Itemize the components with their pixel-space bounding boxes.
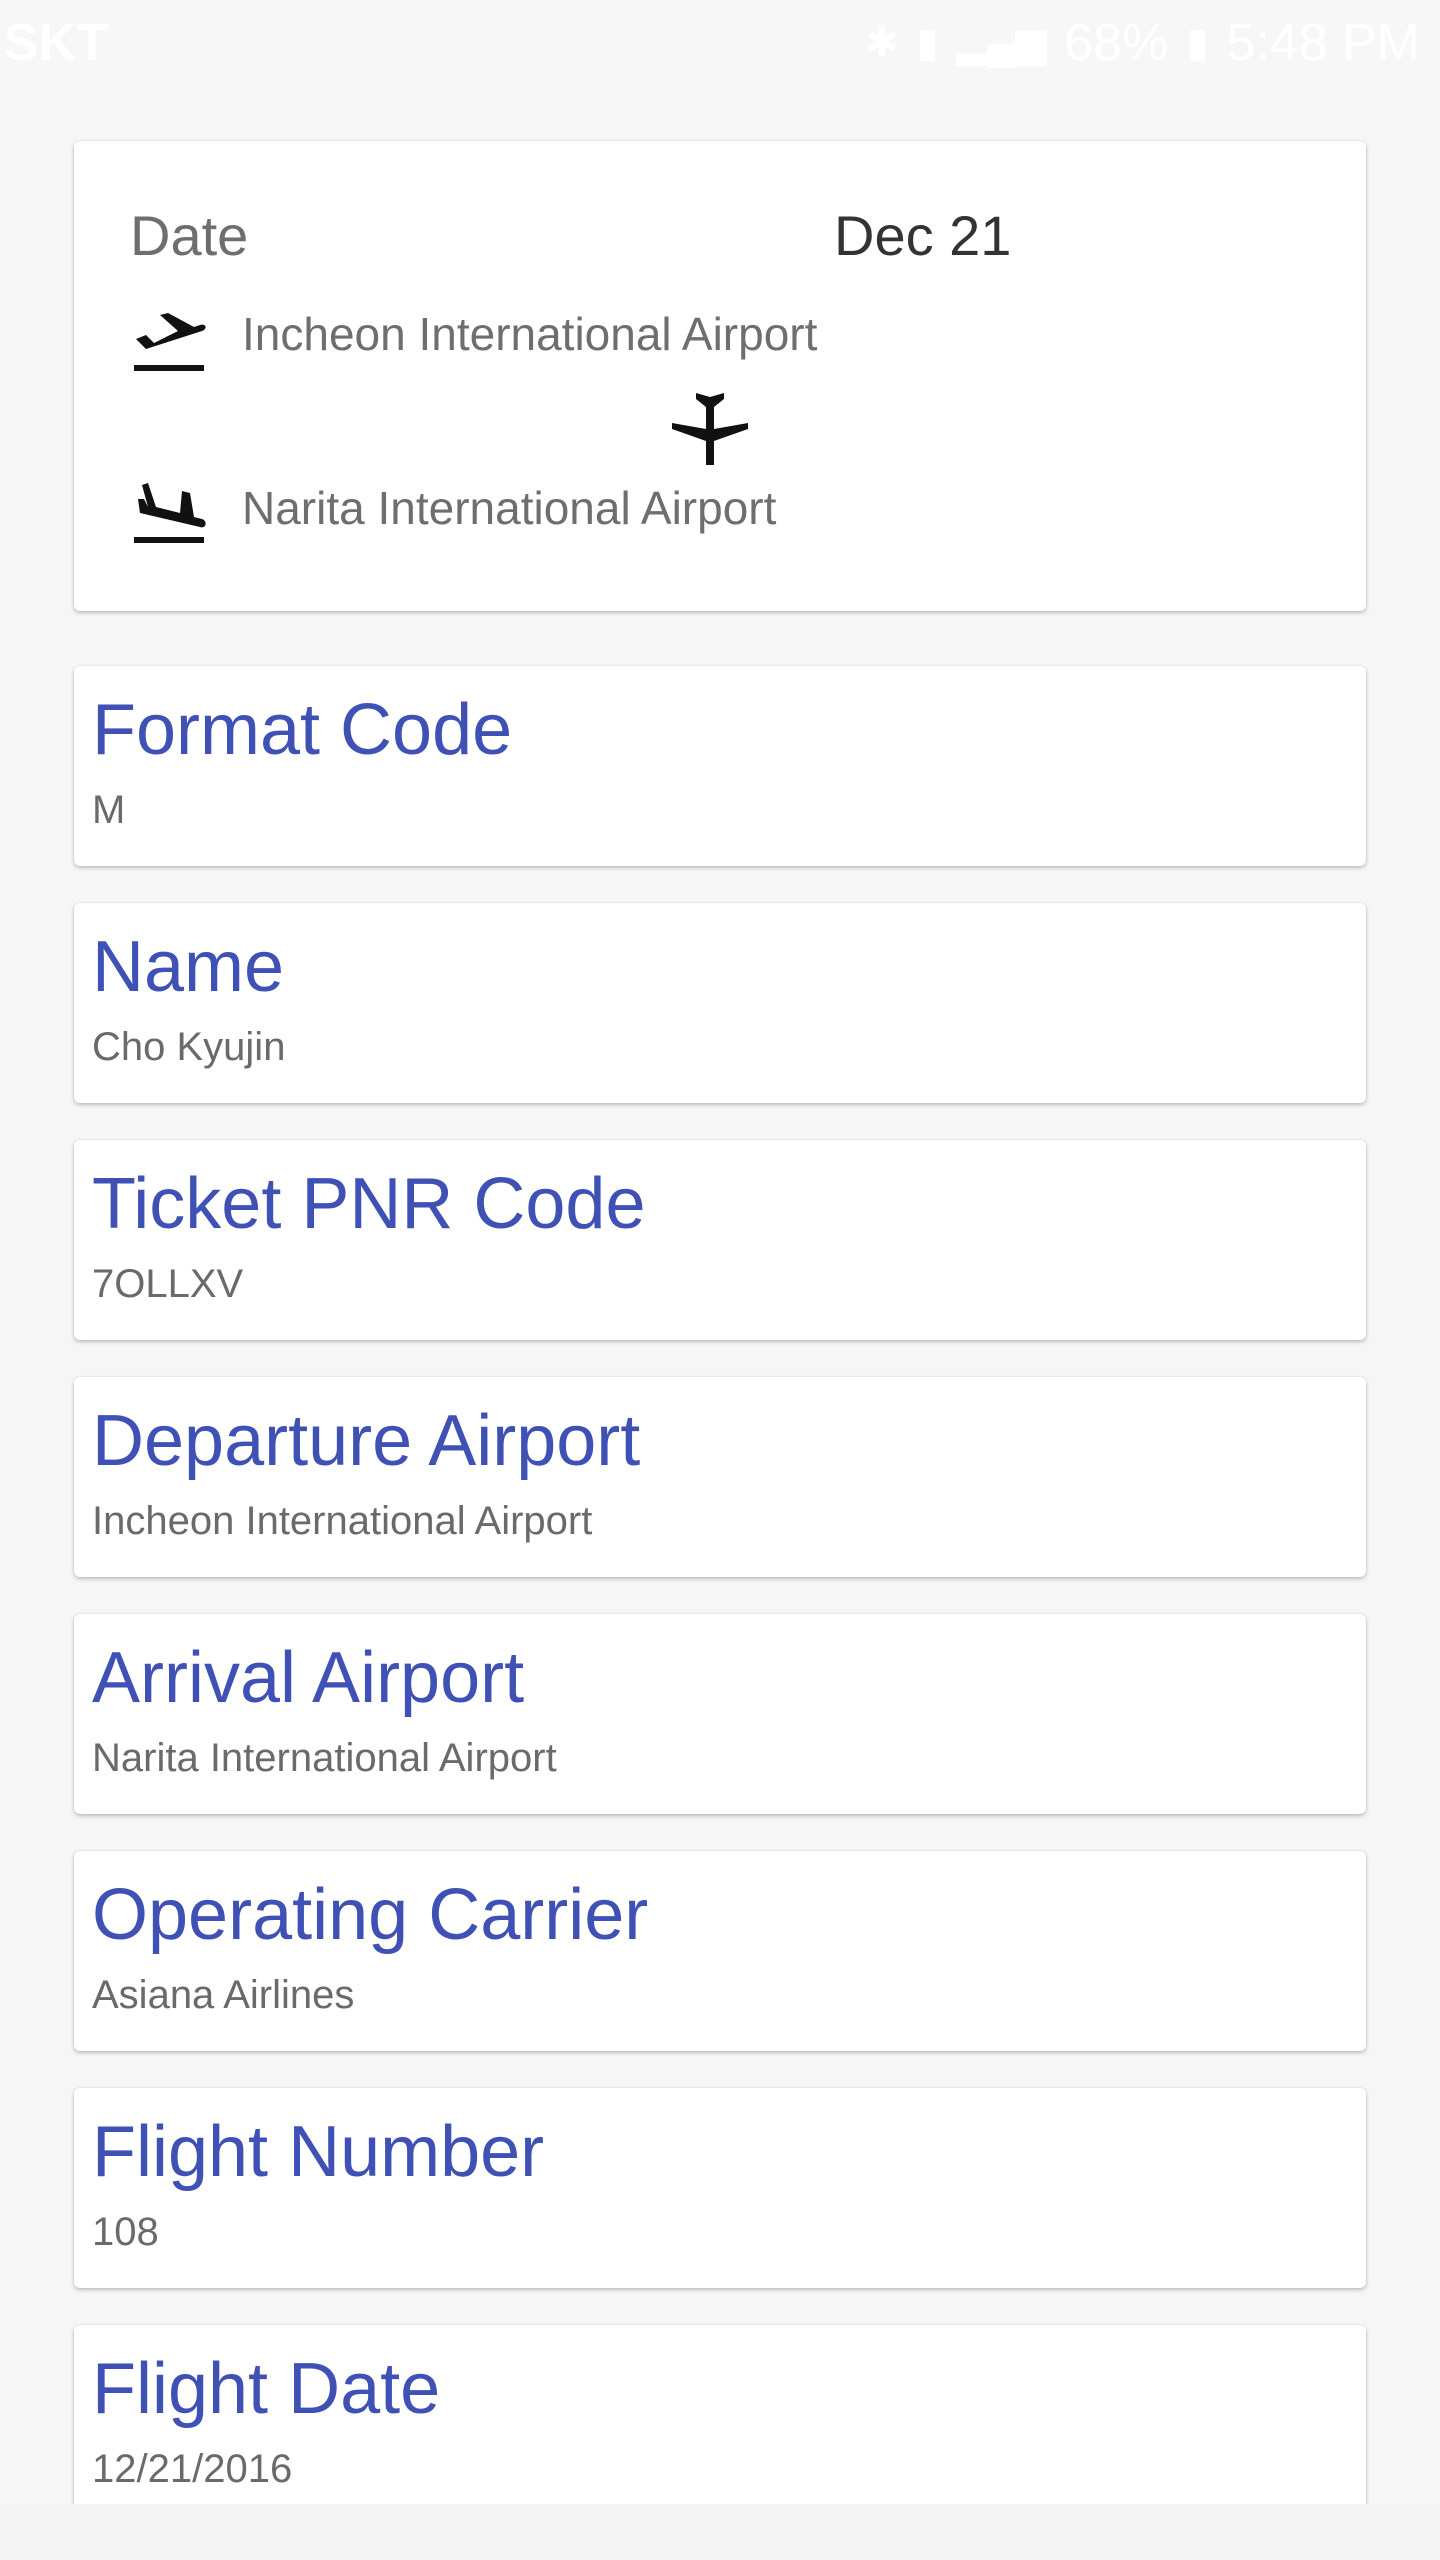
format-code-card: Format Code M [74,666,1366,866]
field-value: Narita International Airport [92,1736,557,1780]
field-value: Incheon International Airport [92,1499,593,1543]
flight-date-card: Flight Date 12/21/2016 [74,2325,1366,2504]
signal-icon: ▂▄▆ [956,21,1047,65]
flight-summary-card: Date Dec 21 Incheon International Airpor… [74,141,1366,611]
field-value: 7OLLXV [92,1262,244,1306]
field-label: Format Code [92,690,513,770]
field-label: Departure Airport [92,1401,641,1481]
battery-icon: ▮ [1186,21,1209,65]
name-card: Name Cho Kyujin [74,903,1366,1103]
departure-airport-card: Departure Airport Incheon International … [74,1377,1366,1577]
flight-land-icon [134,483,206,543]
arrival-airport-summary: Narita International Airport [242,482,777,534]
departure-airport-summary: Incheon International Airport [242,308,818,360]
field-value: 108 [92,2210,159,2254]
flight-takeoff-icon [134,313,206,371]
date-value: Dec 21 [834,204,1012,267]
flight-number-card: Flight Number 108 [74,2088,1366,2288]
field-label: Name [92,927,285,1007]
status-icons: ✱ ▮ ▂▄▆ 68% ▮ 5:48 PM [865,0,1420,86]
battery-percent: 68% [1064,14,1169,72]
vibrate-icon: ▮ [916,21,939,65]
field-value: M [92,788,126,832]
ticket-pnr-code-card: Ticket PNR Code 7OLLXV [74,1140,1366,1340]
field-label: Arrival Airport [92,1638,525,1718]
clock-time: 5:48 PM [1226,14,1420,72]
boarding-pass-details[interactable]: Date Dec 21 Incheon International Airpor… [0,86,1440,2504]
field-value: Cho Kyujin [92,1025,286,1069]
bluetooth-icon: ✱ [864,21,899,65]
field-label: Ticket PNR Code [92,1164,646,1244]
bottom-edge [0,2504,1440,2560]
field-value: Asiana Airlines [92,1973,355,2017]
airplane-icon [672,393,748,465]
status-bar: SKT ✱ ▮ ▂▄▆ 68% ▮ 5:48 PM [0,0,1440,86]
field-label: Operating Carrier [92,1875,649,1955]
date-label: Date [130,204,249,267]
field-value: 12/21/2016 [92,2447,293,2491]
arrival-airport-card: Arrival Airport Narita International Air… [74,1614,1366,1814]
field-label: Flight Date [92,2349,441,2429]
carrier-name: SKT [4,14,108,72]
operating-carrier-card: Operating Carrier Asiana Airlines [74,1851,1366,2051]
field-label: Flight Number [92,2112,545,2192]
